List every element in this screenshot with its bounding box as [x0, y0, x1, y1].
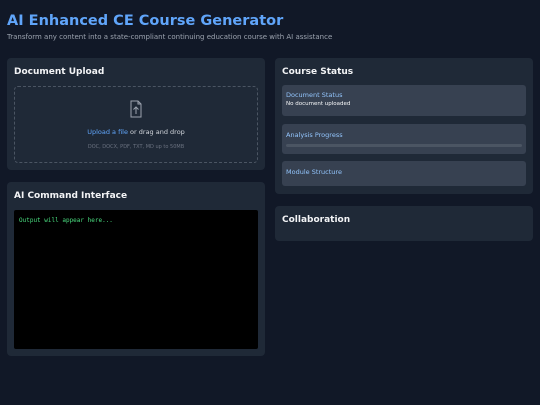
module-structure-item[interactable]: Module Structure: [282, 161, 526, 186]
document-status-label: Document Status: [286, 91, 343, 99]
document-upload-title: Document Upload: [14, 67, 105, 77]
upload-file-icon: [130, 100, 142, 118]
analysis-progress-item: Analysis Progress: [282, 124, 526, 154]
document-upload-panel: Document Upload Upload a file or drag an…: [7, 58, 265, 170]
ai-command-title: AI Command Interface: [14, 191, 128, 201]
drag-drop-text: or drag and drop: [127, 128, 185, 136]
file-type-hint: DOC, DOCX, PDF, TXT, MD up to 50MB: [87, 144, 185, 150]
course-status-panel: Course Status Document Status No documen…: [275, 58, 533, 194]
document-status-item: Document Status No document uploaded: [282, 85, 526, 116]
analysis-progress-bar: [286, 144, 522, 147]
upload-instructions: Upload a file or drag and drop: [15, 128, 257, 136]
collaboration-title: Collaboration: [282, 215, 351, 225]
document-status-value: No document uploaded: [286, 101, 351, 107]
upload-file-link[interactable]: Upload a file: [87, 128, 128, 136]
ai-command-panel: AI Command Interface Output will appear …: [7, 182, 265, 356]
collaboration-panel[interactable]: Collaboration: [275, 206, 533, 241]
course-status-title: Course Status: [282, 67, 354, 77]
page-subtitle: Transform any content into a state-compl…: [7, 33, 333, 41]
page-title: AI Enhanced CE Course Generator: [7, 13, 284, 29]
module-structure-label: Module Structure: [286, 168, 342, 176]
ai-output-console[interactable]: Output will appear here...: [14, 210, 258, 349]
analysis-progress-label: Analysis Progress: [286, 131, 343, 139]
file-dropzone[interactable]: Upload a file or drag and drop DOC, DOCX…: [14, 86, 258, 163]
